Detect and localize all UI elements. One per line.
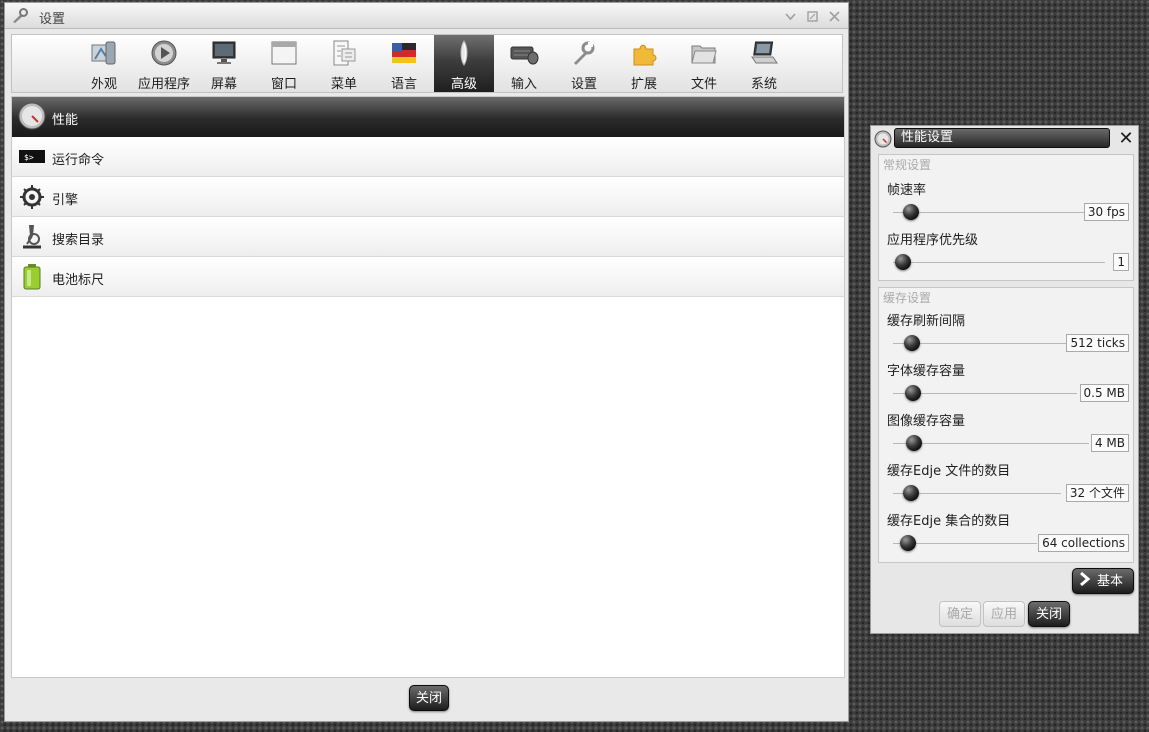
settings-window: 设置 外观 应用程序 屏幕 窗口 菜单 语言 高级 输入 设置 扩展 文件 系统… — [4, 2, 849, 722]
category-toolbar: 外观 应用程序 屏幕 窗口 菜单 语言 高级 输入 设置 扩展 文件 系统 — [11, 34, 843, 93]
cache-settings-frame: 缓存设置 缓存刷新间隔 512 ticks 字体缓存容量 0.5 MB 图像缓存… — [878, 287, 1134, 563]
dialog-titlebar[interactable]: 性能设置 ✕ — [871, 126, 1138, 150]
edje-collections-value: 64 collections — [1038, 534, 1129, 552]
maximize-icon[interactable] — [806, 10, 819, 23]
image-cache-track[interactable] — [893, 443, 1089, 444]
tab-appearance[interactable]: 外观 — [74, 35, 134, 92]
list-item-engine[interactable]: 引擎 — [12, 177, 844, 217]
general-settings-title: 常规设置 — [883, 158, 932, 172]
tab-screen[interactable]: 屏幕 — [194, 35, 254, 92]
close-icon[interactable] — [828, 10, 841, 23]
edje-files-label: 缓存Edje 文件的数目 — [887, 464, 1011, 479]
files-icon — [689, 39, 719, 67]
applications-icon — [149, 39, 179, 67]
engine-icon — [18, 182, 46, 210]
cache-flush-value: 512 ticks — [1066, 334, 1129, 352]
list-item-run-command[interactable]: $> 运行命令 — [12, 137, 844, 177]
dialog-close-icon[interactable]: ✕ — [1116, 129, 1136, 149]
edje-collections-slider-knob[interactable] — [900, 535, 916, 551]
edje-files-slider-knob[interactable] — [903, 485, 919, 501]
gauge-icon — [874, 130, 892, 148]
app-priority-label: 应用程序优先级 — [887, 233, 979, 248]
microscope-icon — [18, 222, 46, 250]
gauge-icon — [18, 102, 46, 130]
terminal-icon: $> — [18, 142, 46, 170]
font-cache-slider-knob[interactable] — [905, 385, 921, 401]
list-item-search-directories[interactable]: 搜索目录 — [12, 217, 844, 257]
advanced-icon — [449, 39, 479, 67]
tab-menu[interactable]: 菜单 — [314, 35, 374, 92]
window-title: 设置 — [39, 12, 66, 27]
cache-flush-label: 缓存刷新间隔 — [887, 314, 966, 329]
app-priority-track[interactable] — [893, 262, 1105, 263]
basic-label: 基本 — [1097, 573, 1124, 588]
tab-files[interactable]: 文件 — [674, 35, 734, 92]
cache-flush-slider-knob[interactable] — [904, 335, 920, 351]
apply-button[interactable]: 应用 — [983, 601, 1025, 627]
appearance-icon — [89, 39, 119, 67]
app-priority-value: 1 — [1113, 253, 1129, 271]
edje-files-value: 32 个文件 — [1065, 484, 1129, 502]
wrench-icon — [11, 8, 29, 24]
window-titlebar[interactable]: 设置 — [5, 3, 848, 29]
battery-icon — [18, 262, 46, 290]
menu-icon — [329, 39, 359, 67]
image-cache-label: 图像缓存容量 — [887, 414, 966, 429]
tab-window[interactable]: 窗口 — [254, 35, 314, 92]
framerate-value: 30 fps — [1083, 203, 1129, 221]
settings-icon — [569, 39, 599, 67]
extensions-icon — [629, 39, 659, 67]
tab-language[interactable]: 语言 — [374, 35, 434, 92]
screen-icon — [209, 39, 239, 67]
basic-button[interactable]: 基本 — [1072, 568, 1134, 594]
chevron-right-icon — [1079, 570, 1091, 594]
font-cache-value: 0.5 MB — [1079, 384, 1129, 402]
list-item-performance[interactable]: 性能 — [12, 97, 844, 137]
framerate-label: 帧速率 — [887, 183, 927, 198]
list-item-battery-meter[interactable]: 电池标尺 — [12, 257, 844, 297]
general-settings-frame: 常规设置 帧速率 30 fps 应用程序优先级 1 — [878, 154, 1134, 281]
font-cache-label: 字体缓存容量 — [887, 364, 966, 379]
minimize-icon[interactable] — [784, 10, 797, 23]
system-icon — [749, 39, 779, 67]
tab-extensions[interactable]: 扩展 — [614, 35, 674, 92]
dialog-title: 性能设置 — [894, 128, 1110, 148]
language-icon — [389, 39, 419, 67]
dialog-close-button[interactable]: 关闭 — [1028, 601, 1070, 627]
svg-text:$>: $> — [24, 153, 34, 162]
tab-advanced[interactable]: 高级 — [434, 35, 494, 92]
framerate-slider-knob[interactable] — [903, 204, 919, 220]
tab-applications[interactable]: 应用程序 — [134, 35, 194, 92]
window-icon — [269, 39, 299, 67]
app-priority-slider-knob[interactable] — [895, 254, 911, 270]
framerate-track[interactable] — [893, 212, 1085, 213]
performance-settings-dialog: 性能设置 ✕ 常规设置 帧速率 30 fps 应用程序优先级 1 缓存设置 缓存… — [870, 125, 1139, 634]
ok-button[interactable]: 确定 — [939, 601, 981, 627]
image-cache-slider-knob[interactable] — [906, 435, 922, 451]
input-icon — [509, 39, 539, 67]
tab-settings[interactable]: 设置 — [554, 35, 614, 92]
image-cache-value: 4 MB — [1090, 434, 1129, 452]
advanced-settings-list: 性能 $> 运行命令 引擎 搜索目录 电池标尺 — [11, 96, 845, 678]
tab-system[interactable]: 系统 — [734, 35, 794, 92]
cache-settings-title: 缓存设置 — [883, 291, 932, 305]
tab-input[interactable]: 输入 — [494, 35, 554, 92]
close-button[interactable]: 关闭 — [409, 685, 449, 711]
edje-collections-label: 缓存Edje 集合的数目 — [887, 514, 1011, 529]
